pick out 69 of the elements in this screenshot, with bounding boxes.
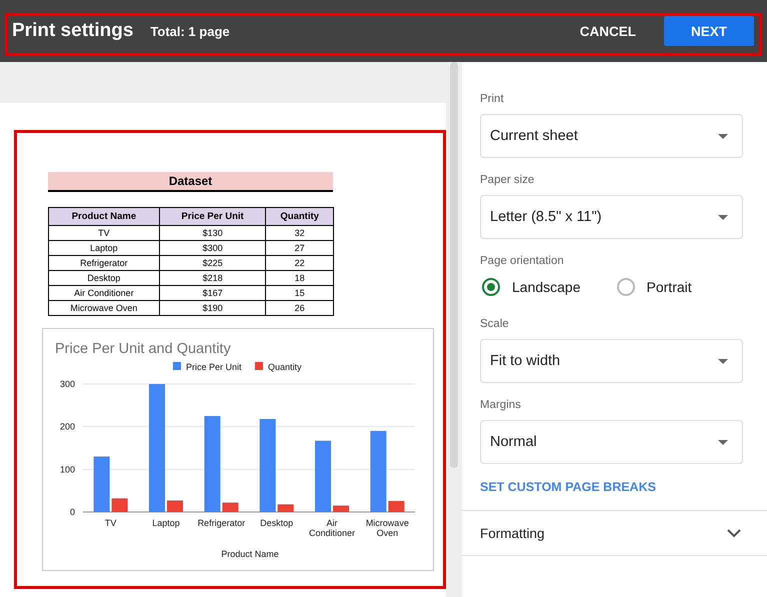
category-label: TV — [104, 518, 116, 528]
section-label: Print — [480, 93, 505, 105]
category-label: Air Conditioner — [308, 518, 356, 538]
table-cell: 32 — [266, 226, 334, 240]
section-label: Scale — [480, 318, 510, 330]
dropdown[interactable]: Normal — [480, 420, 743, 464]
section-label: Margins — [480, 399, 522, 411]
bar — [278, 504, 294, 512]
page-breaks-link[interactable]: SET CUSTOM PAGE BREAKS — [480, 480, 743, 494]
table-cell: 22 — [266, 256, 334, 270]
dropdown[interactable]: Current sheet — [480, 114, 743, 158]
section-label: Paper size — [480, 174, 536, 186]
bar — [315, 440, 331, 512]
axis-tick-label: 0 — [70, 507, 75, 517]
caret-icon — [718, 134, 728, 138]
table-cell: $300 — [159, 240, 266, 256]
axis-tick-label: 100 — [60, 464, 75, 474]
bar — [222, 502, 238, 512]
axis-tick-label: 200 — [60, 422, 75, 432]
bar — [94, 456, 110, 512]
bar — [388, 500, 404, 512]
axis-tick-label: 300 — [60, 379, 75, 389]
table-cell: 15 — [266, 286, 334, 300]
bar — [167, 500, 183, 512]
radio-option[interactable]: Landscape — [482, 278, 581, 296]
table-cell: Air Conditioner — [48, 286, 160, 300]
dataset-title: Dataset — [48, 172, 333, 192]
category-label: Refrigerator — [198, 518, 246, 528]
table-cell: Microwave Oven — [48, 300, 160, 316]
table-cell: Refrigerator — [48, 256, 160, 270]
table-cell: 27 — [266, 240, 334, 256]
dropdown[interactable]: Fit to width — [480, 339, 743, 383]
bar — [112, 498, 128, 512]
dropdown[interactable]: Letter (8.5" x 11") — [480, 195, 743, 239]
category-label: Laptop — [152, 518, 180, 528]
legend-swatch — [173, 362, 181, 370]
accordion-label: Formatting — [480, 526, 545, 540]
formatting-row[interactable]: Formatting — [462, 510, 767, 556]
radio-option[interactable]: Portrait — [616, 278, 692, 296]
legend-label: Price Per Unit — [186, 362, 242, 372]
table-cell: $167 — [159, 286, 266, 300]
bar — [333, 506, 349, 512]
axis-title: Product Name — [221, 549, 279, 559]
table-cell: $218 — [159, 270, 266, 286]
table-cell: Desktop — [48, 270, 160, 286]
table-cell: $130 — [159, 226, 266, 240]
table-cell: $190 — [159, 300, 266, 316]
caret-icon — [718, 358, 728, 364]
legend-swatch — [255, 362, 263, 370]
table-cell: Laptop — [48, 240, 160, 256]
table-cell: 18 — [266, 270, 334, 286]
column-header: Quantity — [266, 208, 334, 226]
table-cell: TV — [48, 226, 160, 240]
legend-label: Quantity — [268, 362, 302, 372]
table-cell: $225 — [159, 256, 266, 270]
scrollbar[interactable] — [450, 62, 458, 468]
page-total: Total: 1 page — [150, 24, 230, 38]
chart-title: Price Per Unit and Quantity — [55, 341, 231, 357]
caret-icon — [718, 440, 728, 444]
category-label: Desktop — [260, 518, 294, 528]
table-cell: 26 — [266, 300, 334, 316]
dialog-title: Print settings — [12, 20, 134, 42]
caret-icon — [718, 214, 728, 220]
category-label: Microwave Oven — [366, 518, 409, 538]
column-header: Price Per Unit — [159, 208, 266, 226]
section-label: Page orientation — [480, 255, 565, 267]
column-header: Product Name — [48, 208, 160, 226]
cancel-button[interactable]: CANCEL — [574, 16, 642, 46]
next-button[interactable]: NEXT — [664, 16, 754, 46]
